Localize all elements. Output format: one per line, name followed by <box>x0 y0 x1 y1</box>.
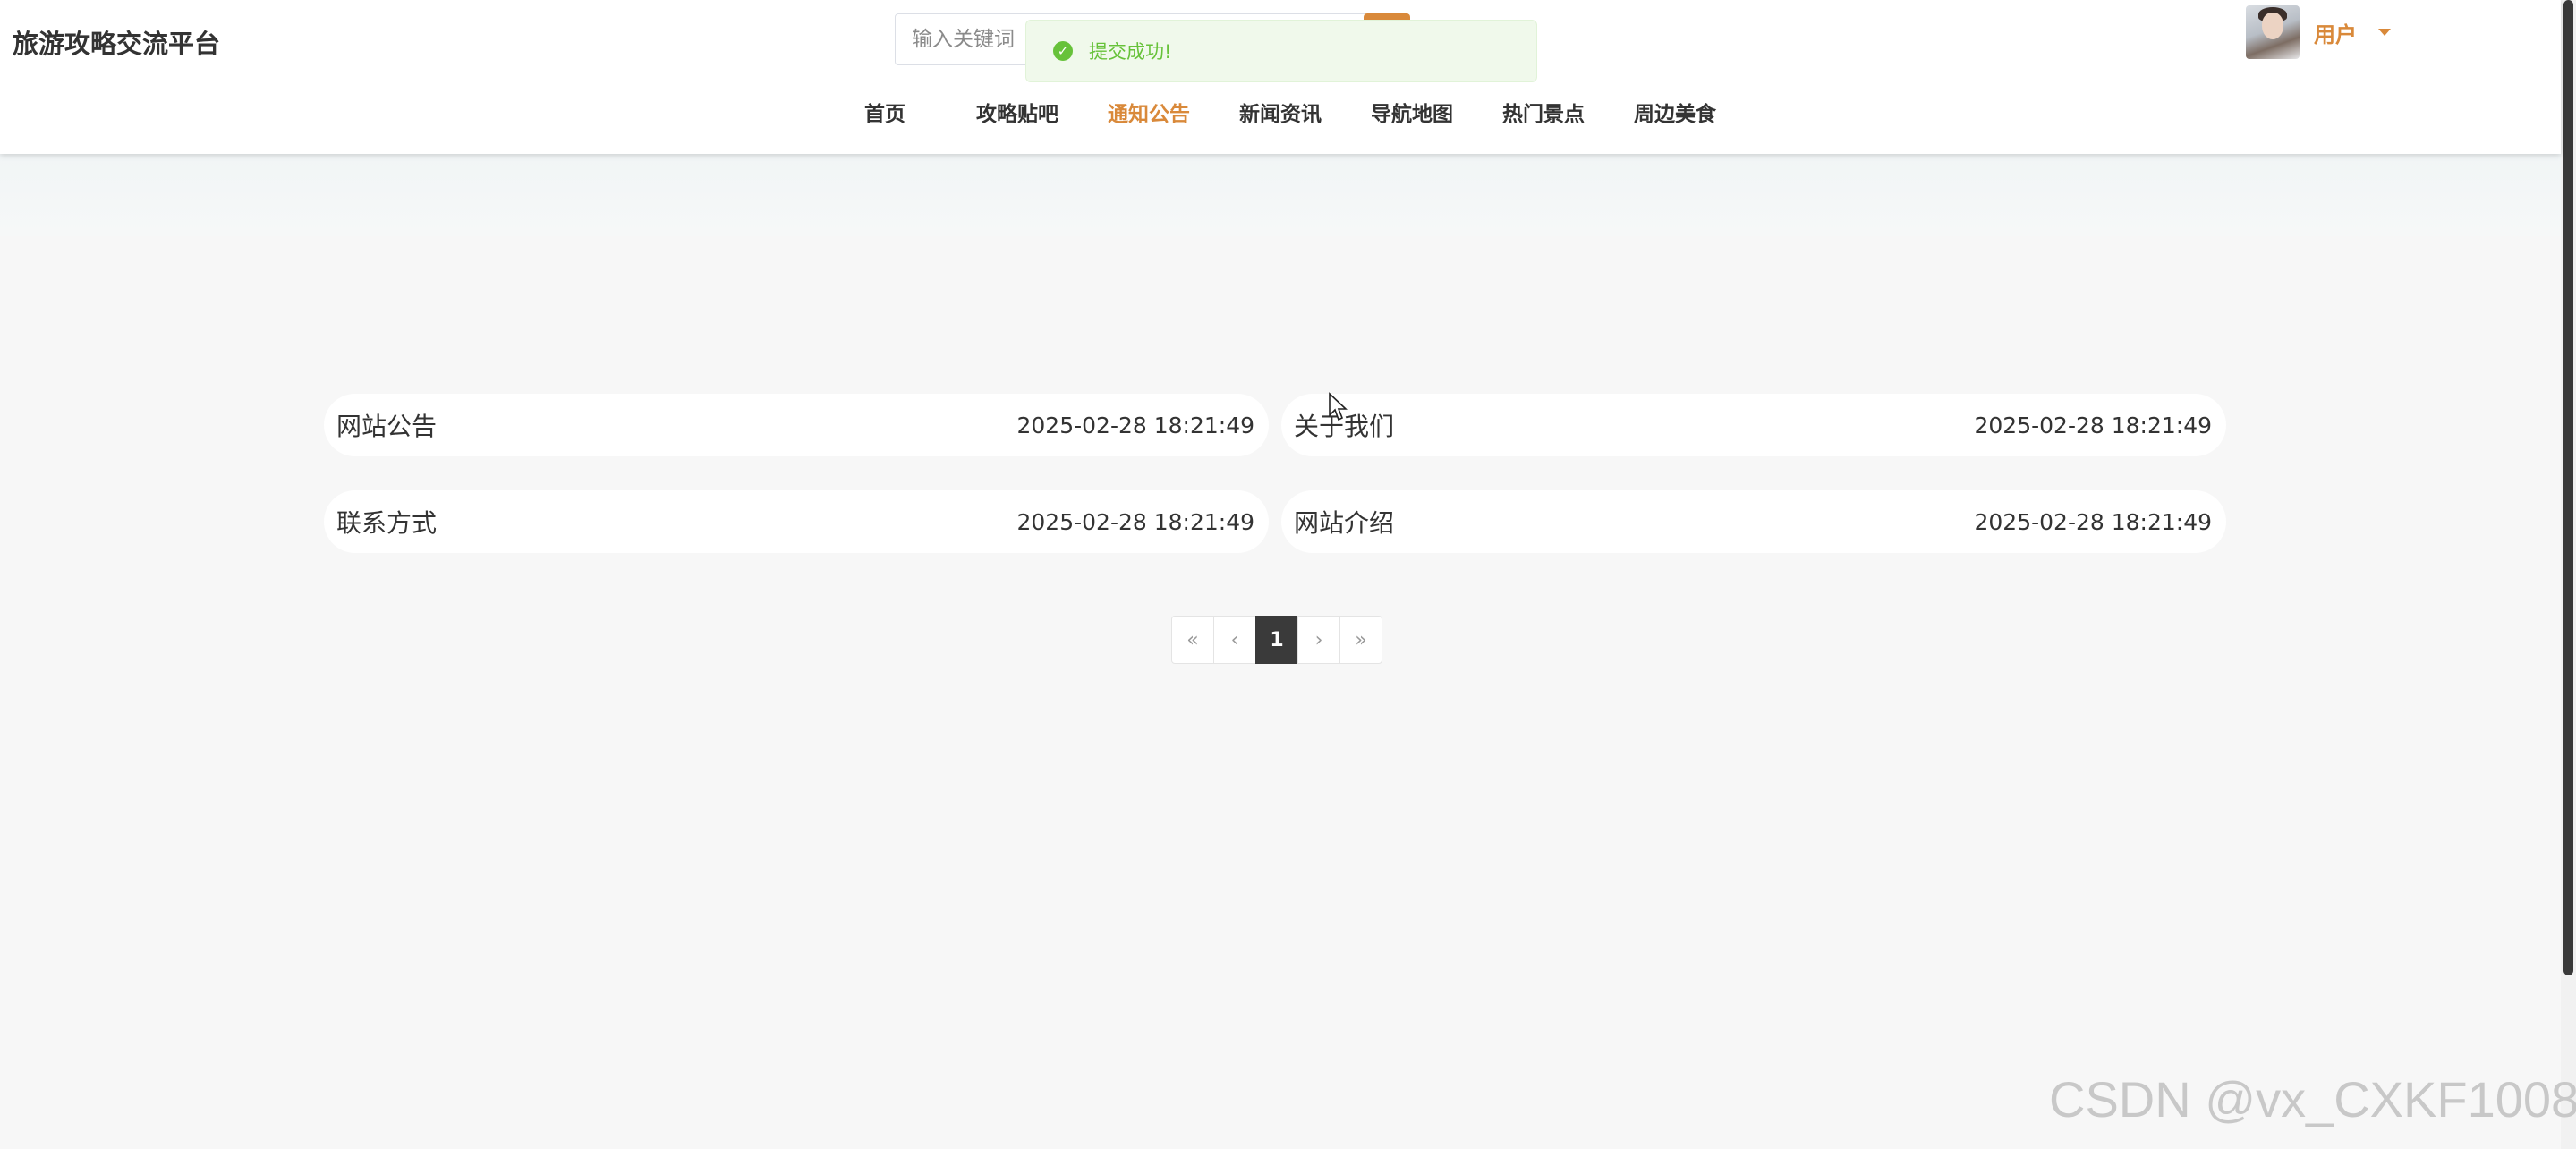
site-title[interactable]: 旅游攻略交流平台 <box>13 23 220 61</box>
first-page-button[interactable]: « <box>1171 616 1214 664</box>
notice-date: 2025-02-28 18:21:49 <box>1016 508 1254 535</box>
check-circle-icon: ✓ <box>1053 41 1073 61</box>
nav-item-notices[interactable]: 通知公告 <box>1108 97 1190 127</box>
toast-message: 提交成功! <box>1089 41 1172 63</box>
nav-item-guides[interactable]: 攻略贴吧 <box>976 97 1058 127</box>
user-menu[interactable]: 用户 <box>2246 5 2391 59</box>
success-toast: ✓ 提交成功! <box>1025 20 1537 82</box>
page-scrollbar[interactable] <box>2561 0 2576 1149</box>
nav-item-food[interactable]: 周边美食 <box>1634 97 1716 127</box>
last-page-button[interactable]: » <box>1339 616 1382 664</box>
next-page-button[interactable]: › <box>1297 616 1340 664</box>
prev-page-button[interactable]: ‹ <box>1213 616 1256 664</box>
nav-item-map[interactable]: 导航地图 <box>1371 97 1453 127</box>
notice-date: 2025-02-28 18:21:49 <box>1974 508 2212 535</box>
main-nav: 首页 攻略贴吧 通知公告 新闻资讯 导航地图 热门景点 周边美食 <box>0 97 2561 129</box>
user-name[interactable]: 用户 <box>2314 17 2357 48</box>
notice-date: 2025-02-28 18:21:49 <box>1974 412 2212 438</box>
notice-title[interactable]: 联系方式 <box>336 504 437 540</box>
banner <box>0 154 2561 236</box>
nav-item-news[interactable]: 新闻资讯 <box>1239 97 1322 127</box>
scrollbar-thumb[interactable] <box>2563 0 2573 975</box>
notice-title[interactable]: 网站公告 <box>336 407 437 443</box>
mouse-cursor-icon <box>1329 392 1348 421</box>
caret-down-icon[interactable] <box>2378 29 2391 36</box>
watermark: CSDN @vx_CXKF10088 <box>2049 1071 2576 1128</box>
nav-item-home[interactable]: 首页 <box>864 97 905 127</box>
notice-item[interactable]: 联系方式 2025-02-28 18:21:49 <box>324 490 1269 553</box>
notice-item[interactable]: 网站介绍 2025-02-28 18:21:49 <box>1281 490 2226 553</box>
notice-item[interactable]: 关于我们 2025-02-28 18:21:49 <box>1281 394 2226 456</box>
page-number-current[interactable]: 1 <box>1255 616 1298 664</box>
notice-date: 2025-02-28 18:21:49 <box>1016 412 1254 438</box>
notice-title[interactable]: 网站介绍 <box>1294 504 1394 540</box>
notice-item[interactable]: 网站公告 2025-02-28 18:21:49 <box>324 394 1269 456</box>
pagination: « ‹ 1 › » <box>1171 616 1382 664</box>
avatar[interactable] <box>2246 5 2300 59</box>
nav-item-attractions[interactable]: 热门景点 <box>1502 97 1585 127</box>
